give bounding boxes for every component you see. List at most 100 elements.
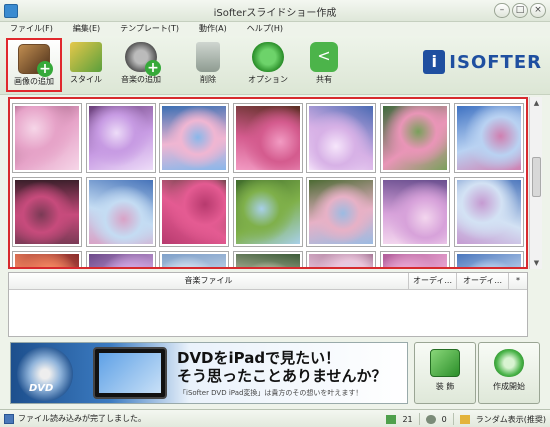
thumbnail-image <box>235 180 300 244</box>
brand-logo: i ISOFTER <box>423 50 542 74</box>
image-thumbnail[interactable] <box>85 251 156 267</box>
thumbnail-image <box>162 180 227 244</box>
create-start-icon <box>494 349 524 377</box>
image-thumbnail[interactable] <box>159 103 230 173</box>
music-table-header: 音楽ファイル オーディ... オーディ... * <box>9 273 527 290</box>
image-thumbnail[interactable] <box>453 177 524 247</box>
status-separator <box>418 413 420 425</box>
delete-button[interactable]: 削除 <box>180 38 236 92</box>
maximize-button[interactable]: □ <box>512 3 528 18</box>
close-button[interactable]: × <box>530 3 546 18</box>
menu-edit[interactable]: 編集(E) <box>73 22 100 36</box>
option-label: オプション <box>248 75 288 84</box>
col-music-file[interactable]: 音楽ファイル <box>9 273 409 289</box>
brand-text: ISOFTER <box>449 51 542 73</box>
thumbnail-image <box>15 254 79 267</box>
thumbnail-image <box>383 180 447 244</box>
style-button[interactable]: スタイル <box>58 38 114 92</box>
music-file-table[interactable]: 音楽ファイル オーディ... オーディ... * <box>8 272 528 337</box>
gear-icon <box>252 42 284 72</box>
share-icon: < <box>310 42 338 72</box>
minimize-button[interactable]: – <box>494 3 510 18</box>
menu-help[interactable]: ヘルプ(H) <box>247 22 283 36</box>
image-count: 21 <box>402 414 413 424</box>
image-thumbnail[interactable] <box>306 251 377 267</box>
thumbnail-image <box>383 106 447 170</box>
menu-bar: ファイル(F) 編集(E) テンプレート(T) 動作(A) ヘルプ(H) <box>0 22 550 36</box>
image-thumbnail[interactable] <box>380 251 450 267</box>
banner-headline-2: そう思ったことありませんか？ <box>177 367 387 385</box>
image-thumbnail[interactable] <box>380 103 450 173</box>
thumbnail-image <box>235 254 300 267</box>
col-audio-1[interactable]: オーディ... <box>409 273 457 289</box>
add-image-button[interactable]: 画像の追加 <box>6 38 62 92</box>
add-music-button[interactable]: 音楽の追加 <box>113 38 169 92</box>
window-title: iSofterスライドショー作成 <box>213 8 337 19</box>
image-thumbnail[interactable] <box>232 251 303 267</box>
image-thumbnail[interactable] <box>12 177 82 247</box>
image-thumbnail[interactable] <box>306 177 377 247</box>
image-thumbnail[interactable] <box>232 103 303 173</box>
status-separator <box>452 413 454 425</box>
thumbnail-image <box>162 106 227 170</box>
status-info-icon <box>4 414 14 424</box>
thumbnail-image <box>15 106 79 170</box>
thumbnail-image <box>88 106 153 170</box>
banner-subtitle: 「iSofter DVD iPad変換」は貴方のその想いを叶えます！ <box>179 389 363 397</box>
add-music-label: 音楽の追加 <box>121 75 161 84</box>
add-image-label: 画像の追加 <box>14 77 54 86</box>
trash-icon <box>196 42 220 72</box>
share-button[interactable]: < 共有 <box>296 38 352 92</box>
image-thumbnail[interactable] <box>12 251 82 267</box>
gallery-scrollbar[interactable]: ▲ ▼ <box>529 97 542 269</box>
image-thumbnail[interactable] <box>159 251 230 267</box>
image-count-icon <box>386 414 397 424</box>
promo-banner[interactable]: DVD DVDをiPadで見たい！ そう思ったことありませんか？ 「iSofte… <box>10 342 408 404</box>
music-count: 0 <box>441 414 447 424</box>
thumbnail-image <box>235 106 300 170</box>
toolbar: 画像の追加 スタイル 音楽の追加 削除 オプション < 共有 i ISOFTER <box>0 36 550 95</box>
decorate-icon <box>430 349 460 377</box>
col-audio-2[interactable]: オーディ... <box>457 273 509 289</box>
display-mode[interactable]: ランダム表示(推奨) <box>476 414 546 425</box>
thumbnail-image <box>456 106 521 170</box>
delete-label: 削除 <box>200 75 216 84</box>
image-thumbnail[interactable] <box>12 103 82 173</box>
image-thumbnail[interactable] <box>85 103 156 173</box>
menu-file[interactable]: ファイル(F) <box>10 22 53 36</box>
window-controls: – □ × <box>494 3 546 18</box>
banner-dvd-label: DVD <box>29 383 54 394</box>
scroll-thumb[interactable] <box>532 157 541 197</box>
menu-action[interactable]: 動作(A) <box>199 22 227 36</box>
image-thumbnail[interactable] <box>306 103 377 173</box>
create-start-label: 作成開始 <box>493 382 525 391</box>
thumbnail-image <box>309 106 374 170</box>
image-gallery[interactable] <box>8 97 528 269</box>
ipad-icon <box>93 347 167 399</box>
option-button[interactable]: オプション <box>240 38 296 92</box>
decorate-label: 装 飾 <box>435 382 455 391</box>
menu-template[interactable]: テンプレート(T) <box>120 22 179 36</box>
image-thumbnail[interactable] <box>232 177 303 247</box>
thumbnail-image <box>309 254 374 267</box>
random-mode-icon <box>459 414 470 424</box>
style-label: スタイル <box>70 75 102 84</box>
decorate-button[interactable]: 装 飾 <box>414 342 476 404</box>
share-label: 共有 <box>316 75 332 84</box>
scroll-up-button[interactable]: ▲ <box>530 97 543 109</box>
image-thumbnail[interactable] <box>453 251 524 267</box>
image-thumbnail[interactable] <box>453 103 524 173</box>
image-thumbnail[interactable] <box>159 177 230 247</box>
status-bar: ファイル読み込みが完了しました。 21 0 ランダム表示(推奨) <box>0 409 550 427</box>
thumbnail-image <box>309 180 374 244</box>
thumbnail-image <box>15 180 79 244</box>
scroll-down-button[interactable]: ▼ <box>530 257 543 269</box>
thumbnail-image <box>88 254 153 267</box>
music-note-icon <box>425 414 436 424</box>
thumbnail-image <box>456 180 521 244</box>
image-thumbnail[interactable] <box>85 177 156 247</box>
create-start-button[interactable]: 作成開始 <box>478 342 540 404</box>
col-flag[interactable]: * <box>509 273 527 289</box>
image-thumbnail[interactable] <box>380 177 450 247</box>
style-stars-icon <box>70 42 102 72</box>
